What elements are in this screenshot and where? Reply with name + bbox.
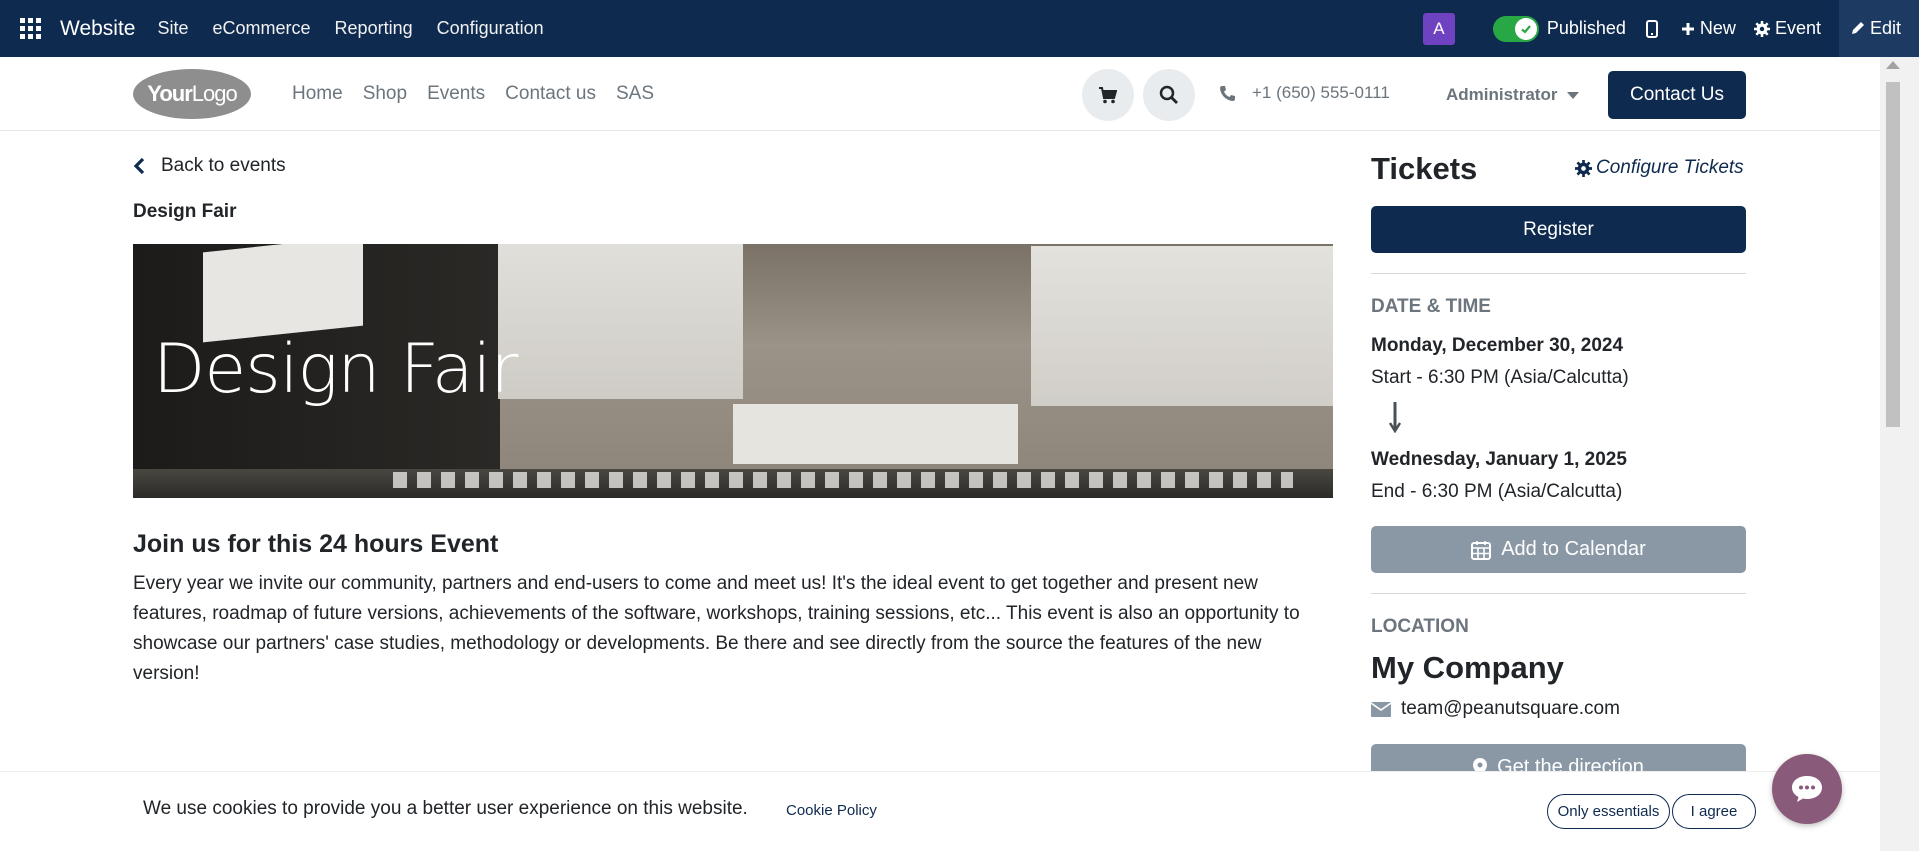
cart-button[interactable] xyxy=(1082,69,1134,121)
admin-menu-configuration[interactable]: Configuration xyxy=(437,18,544,39)
event-cover-image: Design Fair xyxy=(133,244,1333,498)
arrow-down-icon xyxy=(1388,401,1402,438)
datetime-label: DATE & TIME xyxy=(1371,296,1491,317)
event-label: Event xyxy=(1774,18,1821,38)
chevron-left-icon xyxy=(133,157,145,175)
admin-brand[interactable]: Website xyxy=(60,17,135,41)
edit-label: Edit xyxy=(1869,18,1901,38)
new-button[interactable]: New xyxy=(1681,18,1736,39)
hero-title: Design Fair xyxy=(153,330,518,409)
nav-home[interactable]: Home xyxy=(292,83,343,105)
envelope-icon xyxy=(1371,701,1391,717)
search-icon xyxy=(1159,85,1178,104)
location-label: LOCATION xyxy=(1371,616,1469,637)
hero-screen-left xyxy=(203,244,363,343)
pencil-icon xyxy=(1851,21,1864,34)
nav-shop[interactable]: Shop xyxy=(363,83,407,105)
hero-screen-right xyxy=(1031,246,1333,406)
gear-icon xyxy=(1575,159,1592,177)
phone-contact[interactable]: +1 (650) 555-0111 xyxy=(1219,83,1390,103)
user-avatar[interactable]: A xyxy=(1422,12,1455,45)
only-essentials-button[interactable]: Only essentials xyxy=(1547,794,1670,829)
end-time: End - 6:30 PM (Asia/Calcutta) xyxy=(1371,481,1623,502)
start-date: Monday, December 30, 2024 xyxy=(1371,335,1624,356)
chat-icon xyxy=(1792,776,1822,802)
nav-contact[interactable]: Contact us xyxy=(505,83,596,105)
add-to-calendar-button[interactable]: Add to Calendar xyxy=(1371,526,1746,573)
apps-icon[interactable] xyxy=(0,0,60,57)
back-label: Back to events xyxy=(161,155,286,176)
event-menu-button[interactable]: Event xyxy=(1753,18,1821,39)
logo-light: Logo xyxy=(191,81,238,106)
cookie-bar: We use cookies to provide you a better u… xyxy=(0,771,1880,851)
site-logo[interactable]: Your Logo xyxy=(133,69,251,119)
scroll-thumb[interactable] xyxy=(1886,82,1900,427)
admin-menu-ecommerce[interactable]: eCommerce xyxy=(213,18,311,39)
gear-icon xyxy=(1753,20,1770,37)
contact-us-button[interactable]: Contact Us xyxy=(1608,71,1746,119)
end-date: Wednesday, January 1, 2025 xyxy=(1371,449,1627,470)
back-to-events-link[interactable]: Back to events xyxy=(133,155,286,177)
agree-button[interactable]: I agree xyxy=(1672,794,1756,829)
site-header: Your Logo Home Shop Events Contact us SAS… xyxy=(0,57,1880,131)
mobile-preview-button[interactable] xyxy=(1645,19,1663,38)
nav-events[interactable]: Events xyxy=(427,83,485,105)
hero-whiteboard xyxy=(733,404,1018,464)
phone-icon xyxy=(1220,85,1235,101)
edit-button[interactable]: Edit xyxy=(1838,0,1919,57)
calendar-icon xyxy=(1471,540,1492,560)
tickets-heading: Tickets xyxy=(1371,151,1478,186)
phone-number: +1 (650) 555-0111 xyxy=(1252,83,1390,102)
calendar-label: Add to Calendar xyxy=(1501,538,1646,560)
admin-bar: Website Site eCommerce Reporting Configu… xyxy=(0,0,1919,57)
email-text: team@peanutsquare.com xyxy=(1401,698,1620,719)
plus-icon xyxy=(1681,22,1694,35)
cookie-text: We use cookies to provide you a better u… xyxy=(143,798,748,819)
logo-bold: Your xyxy=(147,81,192,106)
search-button[interactable] xyxy=(1143,69,1195,121)
event-headline: Join us for this 24 hours Event xyxy=(133,530,499,558)
main-nav: Home Shop Events Contact us SAS xyxy=(292,83,674,105)
hero-chairs xyxy=(393,472,1293,488)
cart-icon xyxy=(1099,86,1117,103)
user-name: Administrator xyxy=(1446,85,1558,104)
event-description: Every year we invite our community, part… xyxy=(133,573,1300,684)
published-label: Published xyxy=(1546,18,1626,38)
page-scrollbar[interactable] xyxy=(1880,57,1919,851)
configure-tickets-link[interactable]: Configure Tickets xyxy=(1575,157,1744,179)
chat-button[interactable] xyxy=(1772,754,1842,824)
start-time: Start - 6:30 PM (Asia/Calcutta) xyxy=(1371,367,1629,388)
mobile-icon xyxy=(1645,19,1658,38)
company-name: My Company xyxy=(1371,650,1564,685)
company-email[interactable]: team@peanutsquare.com xyxy=(1371,698,1620,720)
divider xyxy=(1371,593,1746,594)
admin-menu-site[interactable]: Site xyxy=(157,18,188,39)
configure-label: Configure Tickets xyxy=(1596,157,1744,178)
event-name: Design Fair xyxy=(133,201,237,222)
user-menu[interactable]: Administrator xyxy=(1446,85,1580,105)
hero-screen-center xyxy=(498,244,743,399)
caret-down-icon xyxy=(1567,91,1580,99)
cookie-policy-link[interactable]: Cookie Policy xyxy=(786,802,877,819)
register-button[interactable]: Register xyxy=(1371,206,1746,253)
scroll-up-icon[interactable] xyxy=(1886,61,1900,69)
check-icon xyxy=(1514,17,1537,40)
nav-sas[interactable]: SAS xyxy=(616,83,654,105)
admin-menu-reporting[interactable]: Reporting xyxy=(335,18,413,39)
divider xyxy=(1371,273,1746,274)
published-toggle[interactable] xyxy=(1492,15,1539,42)
new-label: New xyxy=(1699,18,1736,38)
